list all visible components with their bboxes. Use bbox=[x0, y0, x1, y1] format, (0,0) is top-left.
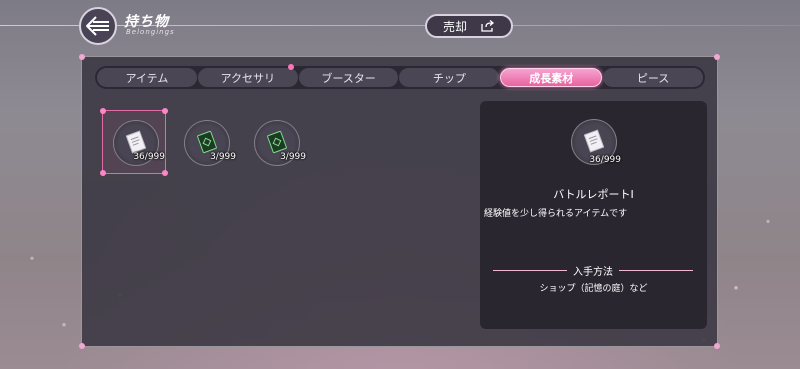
detail-item-count: 36/999 bbox=[589, 155, 621, 165]
corner-dot bbox=[162, 170, 168, 176]
export-icon bbox=[481, 20, 495, 32]
sell-button[interactable]: 売却 bbox=[425, 14, 513, 38]
item-description: 経験値を少し得られるアイテムです bbox=[484, 209, 628, 219]
item-count: 3/999 bbox=[210, 152, 236, 162]
divider bbox=[493, 270, 567, 271]
category-tab-bar: アイテム アクセサリ ブースター チップ 成長素材 ピース bbox=[95, 64, 705, 89]
green-chip-card-icon bbox=[267, 130, 287, 154]
corner-dot bbox=[714, 54, 720, 60]
tab-label: ピース bbox=[636, 71, 670, 85]
corner-dot bbox=[100, 170, 106, 176]
corner-dot bbox=[79, 54, 85, 60]
tab-pieces[interactable]: ピース bbox=[603, 68, 703, 87]
item-count: 3/999 bbox=[280, 152, 306, 162]
acquisition-header: 入手方法 bbox=[493, 263, 693, 278]
sell-label: 売却 bbox=[442, 19, 467, 34]
acquisition-text: ショップ（記憶の庭）など bbox=[539, 284, 648, 294]
tab-chips[interactable]: チップ bbox=[399, 68, 500, 87]
corner-dot bbox=[714, 343, 720, 349]
tab-label: ブースター bbox=[321, 71, 376, 85]
tab-accessories[interactable]: アクセサリ bbox=[197, 64, 298, 87]
item-count: 36/999 bbox=[133, 152, 165, 162]
tab-label: アイテム bbox=[125, 71, 169, 85]
header-line bbox=[0, 25, 800, 26]
arrow-left-icon bbox=[86, 16, 109, 36]
tab-label: アクセサリ bbox=[220, 71, 275, 85]
report-document-icon bbox=[584, 129, 604, 153]
tab-items[interactable]: アイテム bbox=[97, 68, 197, 87]
report-document-icon bbox=[126, 130, 146, 154]
corner-dot bbox=[79, 343, 85, 349]
item-slot[interactable]: 3/999 bbox=[254, 120, 306, 166]
tab-label: チップ bbox=[432, 71, 466, 85]
acquisition-title: 入手方法 bbox=[573, 267, 613, 278]
item-slot[interactable]: 3/999 bbox=[184, 120, 236, 166]
notification-badge bbox=[287, 64, 294, 70]
page-subtitle: Belongings bbox=[126, 28, 175, 36]
item-name: バトルレポートⅠ bbox=[553, 188, 634, 201]
tab-boosters[interactable]: ブースター bbox=[298, 68, 399, 87]
corner-dot bbox=[162, 108, 168, 114]
divider bbox=[619, 270, 693, 271]
detail-item-icon-slot: 36/999 bbox=[571, 119, 621, 165]
back-button[interactable] bbox=[79, 7, 117, 45]
green-chip-card-icon bbox=[197, 130, 217, 154]
tab-label: 成長素材 bbox=[529, 71, 574, 85]
corner-dot bbox=[100, 108, 106, 114]
item-slot[interactable]: 36/999 bbox=[113, 120, 165, 166]
tab-growth-materials[interactable]: 成長素材 bbox=[500, 68, 603, 87]
